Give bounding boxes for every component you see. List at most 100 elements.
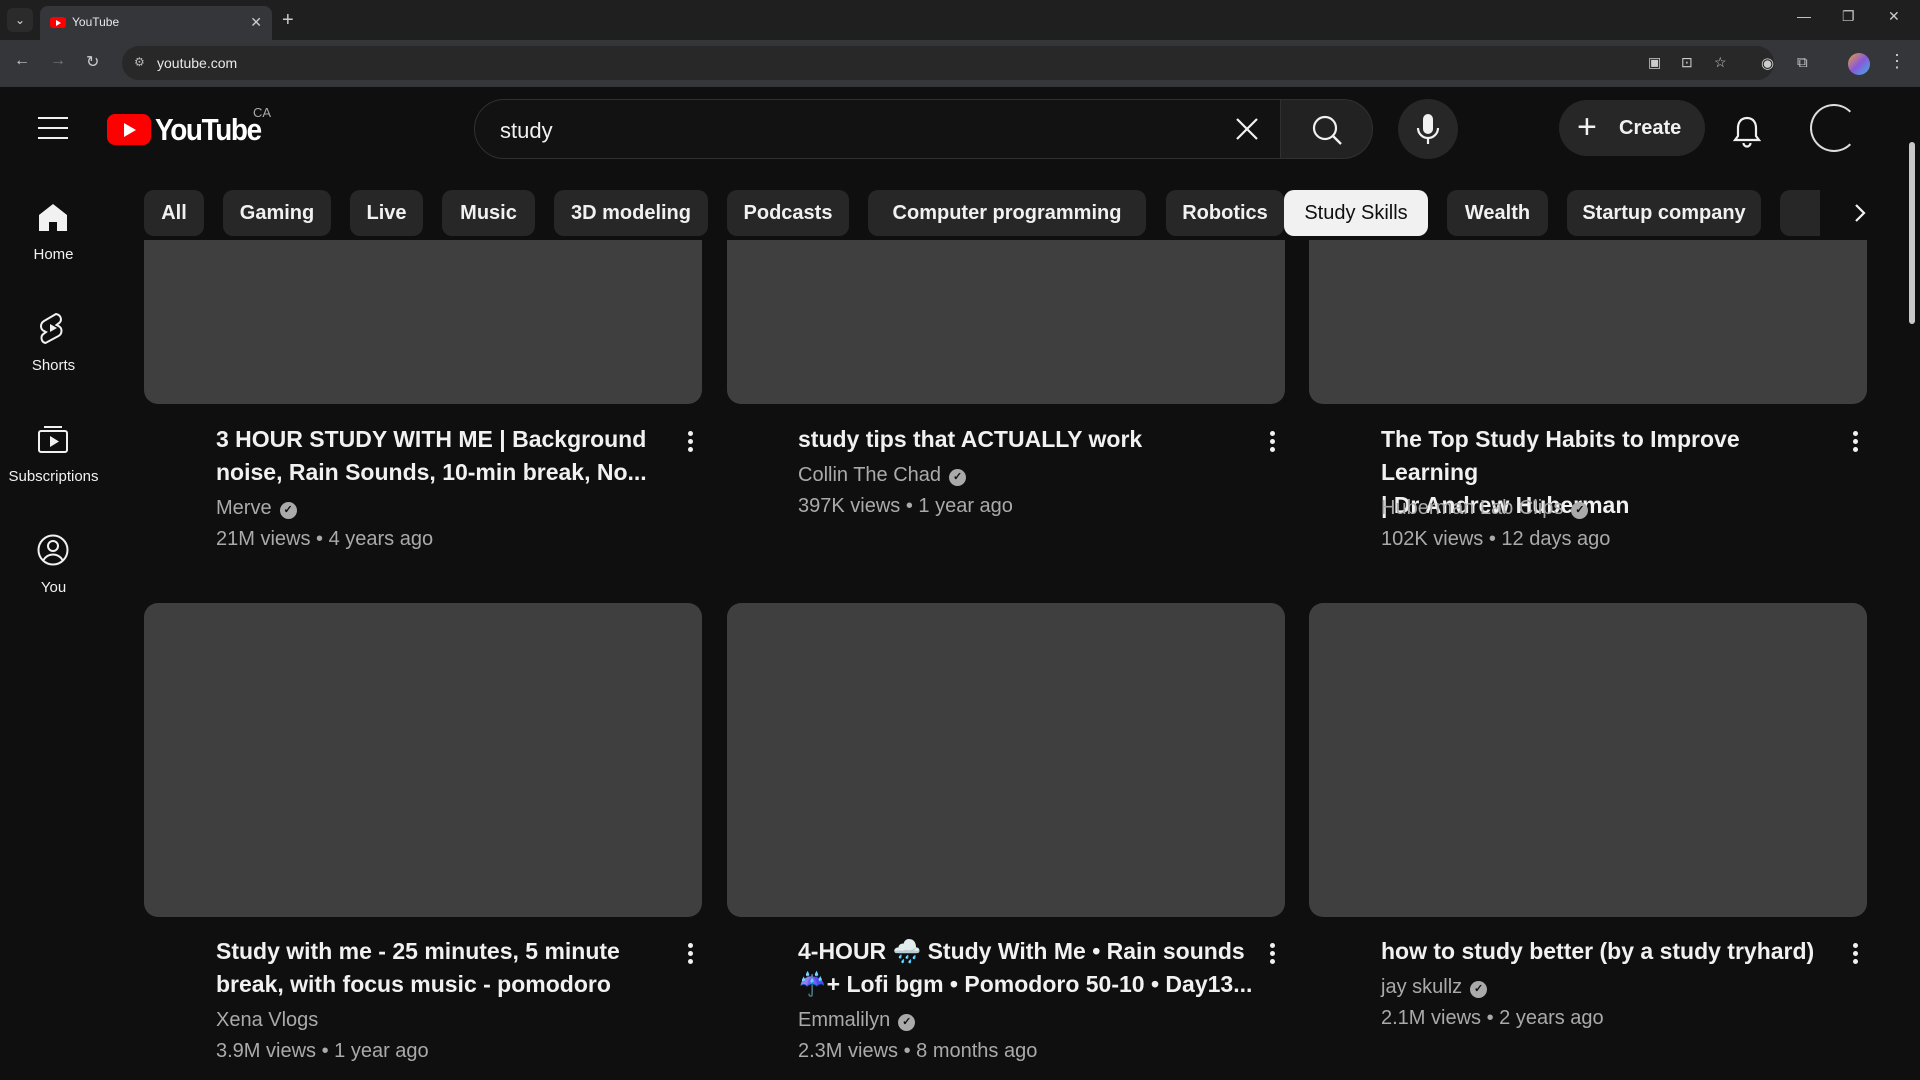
chip-music[interactable]: Music bbox=[442, 190, 535, 236]
restore-icon[interactable]: ❐ bbox=[1842, 8, 1855, 25]
video-title-line[interactable]: break, with focus music - pomodoro bbox=[216, 968, 656, 1001]
video-title-line[interactable]: Study with me - 25 minutes, 5 minute bbox=[216, 935, 656, 968]
video-title[interactable]: 3 HOUR STUDY WITH ME | Background noise,… bbox=[216, 423, 656, 489]
window-close-icon[interactable]: ✕ bbox=[1888, 8, 1900, 25]
video-title-line[interactable]: how to study better (by a study tryhard) bbox=[1381, 935, 1841, 968]
chip-live[interactable]: Live bbox=[350, 190, 423, 236]
plus-icon: + bbox=[1577, 108, 1597, 146]
video-thumbnail[interactable] bbox=[1309, 603, 1867, 917]
sidebar-item-label: Home bbox=[33, 246, 74, 263]
chip-partial[interactable] bbox=[1780, 190, 1820, 236]
channel-name[interactable]: Merve ✓ bbox=[216, 497, 297, 520]
video-more-icon[interactable] bbox=[1262, 940, 1282, 970]
video-title-line[interactable]: 4-HOUR 🌧️ Study With Me • Rain sounds bbox=[798, 935, 1258, 968]
chip-gaming[interactable]: Gaming bbox=[223, 190, 331, 236]
channel-label[interactable]: Emmalilyn bbox=[798, 1009, 890, 1031]
video-more-icon[interactable] bbox=[1845, 940, 1865, 970]
site-info-icon[interactable]: ⚙ bbox=[134, 55, 145, 69]
page-scrollbar[interactable] bbox=[1904, 87, 1920, 1080]
tab-close-icon[interactable]: ✕ bbox=[250, 14, 262, 31]
chip-robotics[interactable]: Robotics bbox=[1166, 190, 1284, 236]
country-code: CA bbox=[253, 105, 272, 120]
video-more-icon[interactable] bbox=[680, 428, 700, 458]
channel-label[interactable]: Merve bbox=[216, 497, 272, 519]
video-more-icon[interactable] bbox=[1845, 428, 1865, 458]
verified-check-icon: ✓ bbox=[279, 502, 297, 519]
sidebar-item-you[interactable]: You bbox=[0, 533, 107, 623]
extension-icon[interactable]: ◉ bbox=[1761, 54, 1774, 72]
channel-label[interactable]: Collin The Chad bbox=[798, 464, 941, 486]
video-title-line[interactable]: 3 HOUR STUDY WITH ME | Background bbox=[216, 423, 656, 456]
address-url[interactable]: youtube.com bbox=[157, 55, 237, 71]
video-title-line[interactable]: noise, Rain Sounds, 10-min break, No... bbox=[216, 456, 656, 489]
sidebar-item-label: Subscriptions bbox=[8, 468, 99, 485]
account-avatar[interactable] bbox=[1810, 104, 1858, 152]
extensions-puzzle-icon[interactable]: ⧉ bbox=[1797, 54, 1808, 71]
video-title[interactable]: how to study better (by a study tryhard) bbox=[1381, 935, 1841, 968]
address-bar[interactable]: ⚙ youtube.com ▣ ⊡ ☆ bbox=[122, 46, 1774, 80]
scrollbar-thumb[interactable] bbox=[1909, 142, 1915, 324]
forward-arrow-icon[interactable]: → bbox=[50, 52, 66, 70]
sidebar-item-home[interactable]: Home bbox=[0, 200, 107, 290]
tab-title: YouTube bbox=[72, 15, 120, 29]
chips-next-button[interactable] bbox=[1840, 190, 1880, 236]
back-arrow-icon[interactable]: ← bbox=[14, 52, 30, 70]
chip-computer-programming[interactable]: Computer programming bbox=[868, 190, 1146, 236]
chip-3d-modeling[interactable]: 3D modeling bbox=[554, 190, 708, 236]
channel-name[interactable]: Huberman Lab Clips ✓ bbox=[1381, 497, 1589, 520]
create-button[interactable]: + Create bbox=[1559, 100, 1705, 156]
video-title-line[interactable]: study tips that ACTUALLY work bbox=[798, 423, 1238, 456]
chip-startup-company[interactable]: Startup company bbox=[1567, 190, 1761, 236]
video-meta: 21M views • 4 years ago bbox=[216, 528, 434, 550]
chip-wealth[interactable]: Wealth bbox=[1447, 190, 1548, 236]
sidebar-item-subscriptions[interactable]: Subscriptions bbox=[0, 422, 107, 512]
youtube-logo[interactable]: YouTube bbox=[107, 111, 262, 147]
tab-search-chevron-icon[interactable]: ⌄ bbox=[7, 8, 33, 32]
video-thumbnail[interactable] bbox=[727, 240, 1285, 404]
cast-icon[interactable]: ▣ bbox=[1648, 54, 1661, 71]
video-thumbnail[interactable] bbox=[144, 603, 702, 917]
browser-profile-avatar[interactable] bbox=[1848, 53, 1870, 75]
bookmark-star-icon[interactable]: ☆ bbox=[1714, 54, 1727, 71]
browser-menu-icon[interactable]: ⋮ bbox=[1888, 51, 1906, 72]
video-thumbnail[interactable] bbox=[144, 240, 702, 404]
sidebar-item-label: You bbox=[40, 579, 67, 596]
channel-name[interactable]: Xena Vlogs bbox=[216, 1009, 318, 1032]
video-title-line[interactable]: The Top Study Habits to Improve Learning bbox=[1381, 423, 1841, 489]
video-more-icon[interactable] bbox=[1262, 428, 1282, 458]
new-tab-plus-icon[interactable]: + bbox=[282, 8, 294, 32]
chip-podcasts[interactable]: Podcasts bbox=[727, 190, 849, 236]
install-app-icon[interactable]: ⊡ bbox=[1681, 54, 1693, 71]
channel-label[interactable]: Huberman Lab Clips bbox=[1381, 497, 1563, 519]
channel-name[interactable]: Emmalilyn ✓ bbox=[798, 1009, 916, 1032]
search-button[interactable] bbox=[1281, 99, 1373, 159]
browser-tab[interactable]: YouTube ✕ bbox=[40, 6, 272, 40]
video-title[interactable]: study tips that ACTUALLY work bbox=[798, 423, 1238, 456]
video-title-line[interactable]: ☔+ Lofi bgm • Pomodoro 50-10 • Day13... bbox=[798, 968, 1258, 1001]
channel-name[interactable]: jay skullz ✓ bbox=[1381, 976, 1488, 999]
chip-all[interactable]: All bbox=[144, 190, 204, 236]
video-more-icon[interactable] bbox=[680, 940, 700, 970]
chip-study-skills[interactable]: Study Skills bbox=[1284, 190, 1428, 236]
search-icon bbox=[1312, 115, 1342, 145]
minimize-icon[interactable]: — bbox=[1797, 8, 1811, 24]
channel-label[interactable]: jay skullz bbox=[1381, 976, 1462, 998]
verified-check-icon: ✓ bbox=[1571, 502, 1589, 519]
microphone-icon bbox=[1416, 114, 1440, 144]
sidebar-item-shorts[interactable]: Shorts bbox=[0, 311, 107, 401]
clear-search-icon[interactable] bbox=[1228, 110, 1266, 148]
search-query[interactable]: study bbox=[500, 118, 553, 144]
video-title[interactable]: 4-HOUR 🌧️ Study With Me • Rain sounds ☔+… bbox=[798, 935, 1258, 1001]
reload-icon[interactable]: ↻ bbox=[86, 52, 99, 72]
guide-menu-icon[interactable] bbox=[38, 117, 68, 139]
chevron-right-icon bbox=[1855, 204, 1866, 222]
search-input[interactable]: study bbox=[474, 99, 1281, 159]
video-title[interactable]: Study with me - 25 minutes, 5 minute bre… bbox=[216, 935, 656, 1001]
video-meta: 3.9M views • 1 year ago bbox=[216, 1040, 429, 1062]
notifications-bell-icon[interactable] bbox=[1727, 111, 1767, 151]
video-thumbnail[interactable] bbox=[727, 603, 1285, 917]
channel-name[interactable]: Collin The Chad ✓ bbox=[798, 464, 967, 487]
voice-search-button[interactable] bbox=[1398, 99, 1458, 159]
browser-toolbar: ← → ↻ ⚙ youtube.com ▣ ⊡ ☆ ◉ ⧉ ⋮ bbox=[0, 40, 1920, 87]
video-thumbnail[interactable] bbox=[1309, 240, 1867, 404]
